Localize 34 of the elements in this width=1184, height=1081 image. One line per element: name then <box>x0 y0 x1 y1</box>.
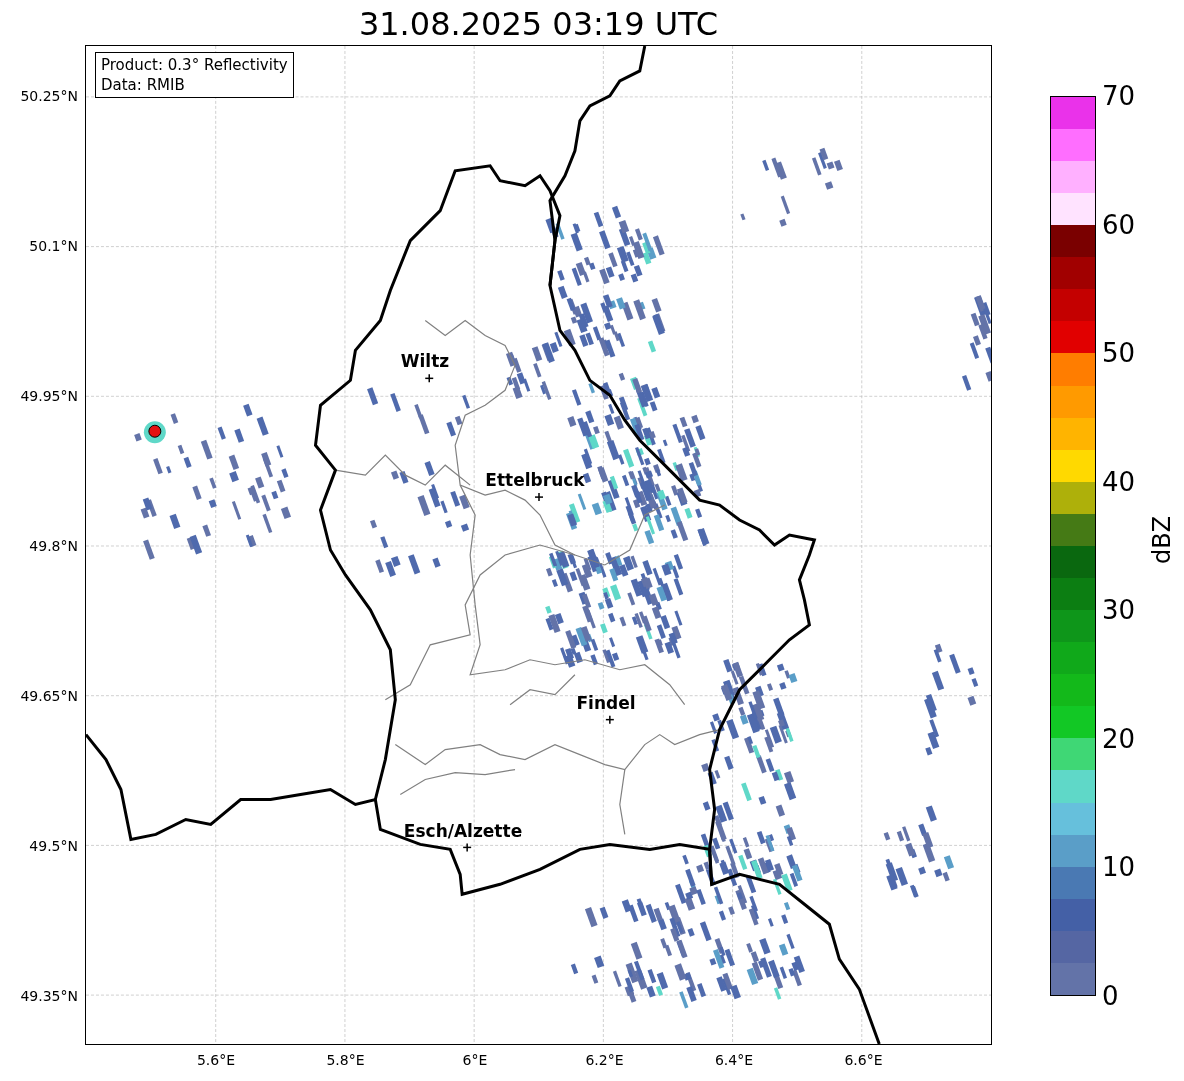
axis-tick-label: 49.95°N <box>20 388 78 404</box>
chart-title: 31.08.2025 03:19 UTC <box>357 4 720 44</box>
axis-tick-label: 49.35°N <box>20 988 78 1004</box>
axis-tick-label: 49.8°N <box>29 538 78 554</box>
axis-tick-label: 50.1°N <box>29 238 78 254</box>
axis-tick-label: 5.8°E <box>326 1052 365 1068</box>
colorbar-label: dBZ <box>1148 515 1177 565</box>
colorbar-tick-label: 10 <box>1102 852 1136 883</box>
radar-site-marker <box>143 421 166 444</box>
city-label: Findel <box>576 693 636 713</box>
colorbar-tick-label: 70 <box>1102 81 1136 111</box>
city-marker-icon <box>462 842 472 853</box>
colorbar-tick-label: 50 <box>1102 338 1136 369</box>
axis-tick-label: 50.25°N <box>20 88 78 104</box>
axis-tick-label: 6.4°E <box>714 1052 754 1068</box>
axis-tick-label: 5.6°E <box>196 1052 236 1068</box>
city-marker-icon <box>534 492 544 502</box>
axis-tick-label: 49.5°N <box>29 838 78 854</box>
axis-tick-label: 49.65°N <box>20 688 78 704</box>
colorbar-tick-label: 0 <box>1102 981 1119 1011</box>
legend-text: Data: RMIB <box>101 75 186 95</box>
city-marker-icon <box>424 373 434 384</box>
colorbar-tick-label: 40 <box>1102 466 1136 497</box>
axis-tick-label: 6°E <box>462 1052 488 1068</box>
city-label: Ettelbruck <box>485 470 585 490</box>
axis-tick-label: 6.6°E <box>844 1052 883 1068</box>
colorbar-tick-label: 30 <box>1102 595 1136 626</box>
city-label: Esch/Alzette <box>403 821 523 841</box>
colorbar-tick-label: 60 <box>1102 209 1136 240</box>
axis-tick-label: 6.2°E <box>585 1052 624 1068</box>
city-label: Wiltz <box>400 351 450 371</box>
legend-text: Product: 0.3° Reflectivity <box>101 55 288 75</box>
city-marker-icon <box>605 714 615 725</box>
colorbar-tick-label: 20 <box>1102 723 1136 754</box>
